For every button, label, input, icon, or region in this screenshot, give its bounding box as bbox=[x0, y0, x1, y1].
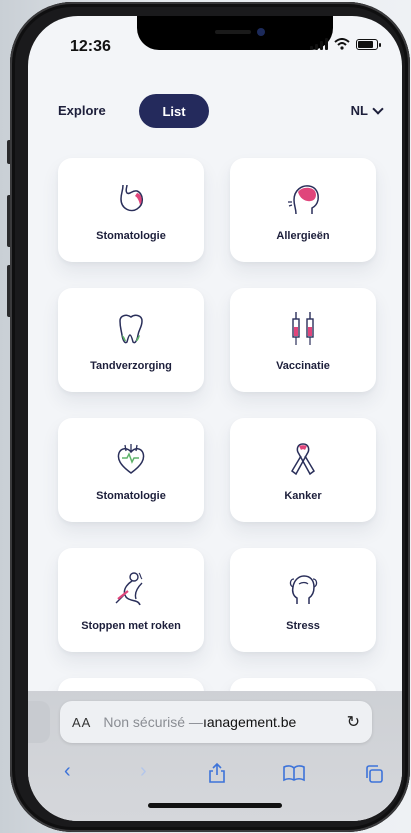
tab-list[interactable]: List bbox=[139, 94, 209, 128]
reader-options-button[interactable]: AA bbox=[72, 715, 91, 730]
category-card[interactable]: Stomatologie bbox=[58, 158, 204, 262]
category-card[interactable]: Tandverzorging bbox=[58, 288, 204, 392]
home-indicator bbox=[148, 803, 282, 808]
address-bar[interactable]: AA Non sécurisé — ıanagement.be ↻ bbox=[60, 701, 372, 743]
category-label: Stomatologie bbox=[96, 230, 166, 242]
category-card[interactable]: Kanker bbox=[230, 418, 376, 522]
status-time: 12:36 bbox=[70, 38, 111, 55]
top-nav: Explore List NL bbox=[28, 94, 402, 128]
category-card[interactable]: Stomatologie bbox=[58, 418, 204, 522]
bookmarks-icon[interactable] bbox=[282, 764, 306, 782]
reload-icon[interactable]: ↻ bbox=[347, 712, 360, 732]
stress-head-icon bbox=[281, 568, 325, 610]
category-label: Allergieën bbox=[276, 230, 330, 242]
language-label: NL bbox=[350, 103, 368, 118]
status-icons bbox=[310, 38, 381, 50]
category-label: Stomatologie bbox=[96, 490, 166, 502]
signal-icon bbox=[310, 38, 328, 50]
smoking-icon bbox=[109, 568, 153, 610]
category-card[interactable]: Stress bbox=[230, 548, 376, 652]
tabs-icon[interactable] bbox=[364, 764, 384, 784]
language-selector[interactable]: NL bbox=[350, 102, 384, 118]
category-label: Kanker bbox=[284, 490, 322, 502]
forward-icon[interactable]: › bbox=[140, 760, 147, 783]
category-card[interactable]: Vaccinatie bbox=[230, 288, 376, 392]
back-icon[interactable]: ‹ bbox=[64, 760, 71, 783]
category-card[interactable]: Allergieën bbox=[230, 158, 376, 262]
browser-toolbar: ‹ › bbox=[28, 758, 402, 788]
stomach-icon bbox=[109, 178, 153, 220]
category-label: Vaccinatie bbox=[276, 360, 330, 372]
speaker bbox=[215, 30, 251, 34]
category-card[interactable]: Stoppen met roken bbox=[58, 548, 204, 652]
camera bbox=[257, 28, 265, 36]
chevron-down-icon bbox=[372, 102, 384, 115]
url-security-label: Non sécurisé — bbox=[103, 714, 203, 730]
ribbon-icon bbox=[281, 438, 325, 480]
phone-frame: 12:36 Explore List NL Stomatologie Aller… bbox=[10, 2, 410, 832]
category-label: Stress bbox=[286, 620, 320, 632]
tab-explore[interactable]: Explore bbox=[58, 103, 106, 118]
previous-tab-preview[interactable] bbox=[28, 701, 50, 743]
category-label: Tandverzorging bbox=[90, 360, 172, 372]
tooth-icon bbox=[109, 308, 153, 350]
head-allergy-icon bbox=[281, 178, 325, 220]
category-label: Stoppen met roken bbox=[81, 620, 181, 632]
wifi-icon bbox=[334, 38, 350, 50]
notch bbox=[137, 16, 333, 50]
syringe-icon bbox=[281, 308, 325, 350]
phone-screen: 12:36 Explore List NL Stomatologie Aller… bbox=[28, 16, 402, 821]
share-icon[interactable] bbox=[208, 762, 226, 784]
url-host: ıanagement.be bbox=[202, 714, 297, 730]
battery-icon bbox=[356, 38, 381, 50]
heart-icon bbox=[109, 438, 153, 480]
browser-bar: AA Non sécurisé — ıanagement.be ↻ bbox=[28, 691, 402, 821]
